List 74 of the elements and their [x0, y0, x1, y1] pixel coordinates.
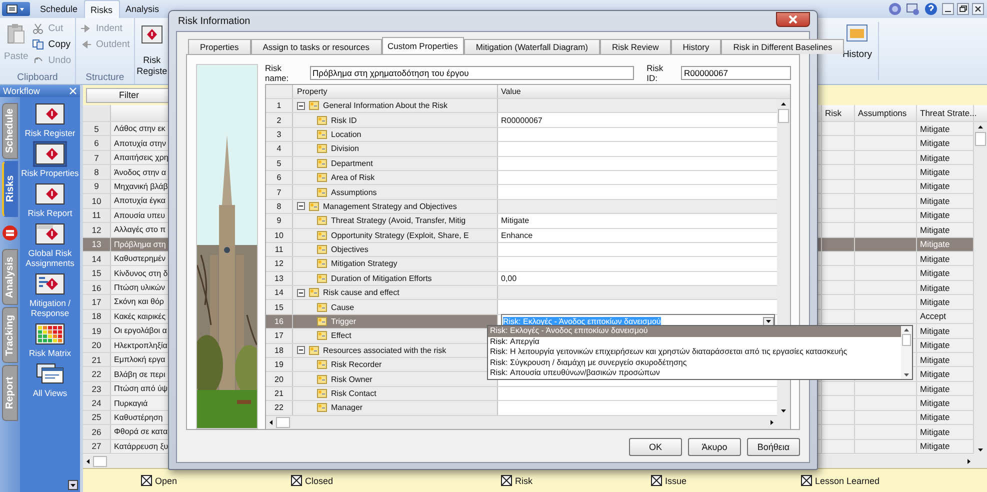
row-number: 11: [83, 208, 111, 222]
row-number: 15: [83, 266, 111, 280]
property-label: Management Strategy and Objectives: [323, 202, 457, 211]
row-number: 15: [266, 300, 293, 314]
row-number: 11: [266, 242, 293, 256]
legend-label: Open: [155, 476, 178, 486]
legend-label: Closed: [305, 476, 334, 486]
property-label: Risk Owner: [331, 374, 372, 384]
legend-label: Lesson Learned: [815, 476, 880, 486]
row-number: 9: [83, 180, 111, 194]
property-value: Enhance: [501, 230, 533, 240]
property-label: General Information About the Risk: [323, 101, 448, 110]
row-number: 5: [83, 122, 111, 136]
property-label: Cause: [331, 302, 354, 312]
property-label: Manager: [331, 403, 363, 412]
row-number: 19: [83, 324, 111, 338]
property-label: Risk ID: [331, 116, 357, 125]
property-label: Mitigation Strategy: [331, 259, 398, 268]
row-number: 7: [83, 150, 111, 164]
row-number: 3: [266, 128, 293, 142]
property-label: Effect: [331, 331, 352, 340]
row-number: 13: [266, 272, 293, 286]
row-number: 14: [266, 286, 293, 300]
row-number: 21: [266, 386, 293, 400]
group-label: Structure: [86, 72, 124, 83]
row-number: 25: [83, 410, 111, 424]
row-number: 23: [83, 382, 111, 396]
field-label: Risk ID:: [646, 62, 664, 82]
property-label: Risk cause and effect: [323, 288, 400, 298]
row-number: 18: [266, 344, 293, 358]
row-number: 1: [266, 99, 293, 112]
row-number: 22: [266, 401, 293, 415]
property-label: Resources associated with the risk: [323, 346, 446, 355]
property-label: Duration of Mitigation Efforts: [331, 274, 432, 283]
row-number: 17: [83, 295, 111, 309]
row-number: 20: [83, 338, 111, 352]
workflow-title-bar: Workflow: [0, 85, 80, 97]
row-number: 6: [83, 136, 111, 150]
property-label: Risk Recorder: [331, 360, 382, 370]
window-title: Risk Information: [178, 16, 250, 26]
row-number: 4: [266, 142, 293, 156]
row-number: 12: [266, 257, 293, 271]
row-number: 7: [266, 185, 293, 199]
row-number: 22: [83, 367, 111, 381]
row-number: 16: [83, 280, 111, 294]
property-label: Risk Contact: [331, 389, 376, 398]
row-number: 2: [266, 113, 293, 127]
row-number: 12: [83, 223, 111, 236]
row-number: 10: [266, 228, 293, 242]
row-number: 18: [83, 310, 111, 324]
row-number: 9: [266, 214, 293, 228]
row-number: 26: [83, 425, 111, 439]
row-number: 8: [83, 165, 111, 179]
row-number: 20: [266, 372, 293, 386]
row-number: 16: [266, 314, 293, 328]
legend-label: Risk: [515, 476, 532, 486]
row-number: 8: [266, 200, 293, 214]
row-number: 10: [83, 194, 111, 208]
legend-label: Issue: [665, 476, 687, 486]
property-label: Trigger: [331, 317, 356, 326]
row-number: 6: [266, 170, 293, 184]
field-label: Risk name:: [265, 62, 290, 82]
row-number: 14: [83, 252, 111, 266]
property-value: R00000067: [501, 116, 542, 125]
row-number: 24: [83, 396, 111, 410]
property-value: Mitigate: [501, 216, 530, 226]
row-number: 27: [83, 440, 111, 454]
property-value: 0,00: [501, 274, 517, 283]
row-number: 19: [266, 358, 293, 372]
row-number: 5: [266, 156, 293, 170]
row-number: 17: [266, 329, 293, 343]
row-number: 21: [83, 353, 111, 366]
property-label: Threat Strategy (Avoid, Transfer, Mitig: [331, 216, 466, 226]
group-label: Clipboard: [17, 72, 58, 83]
